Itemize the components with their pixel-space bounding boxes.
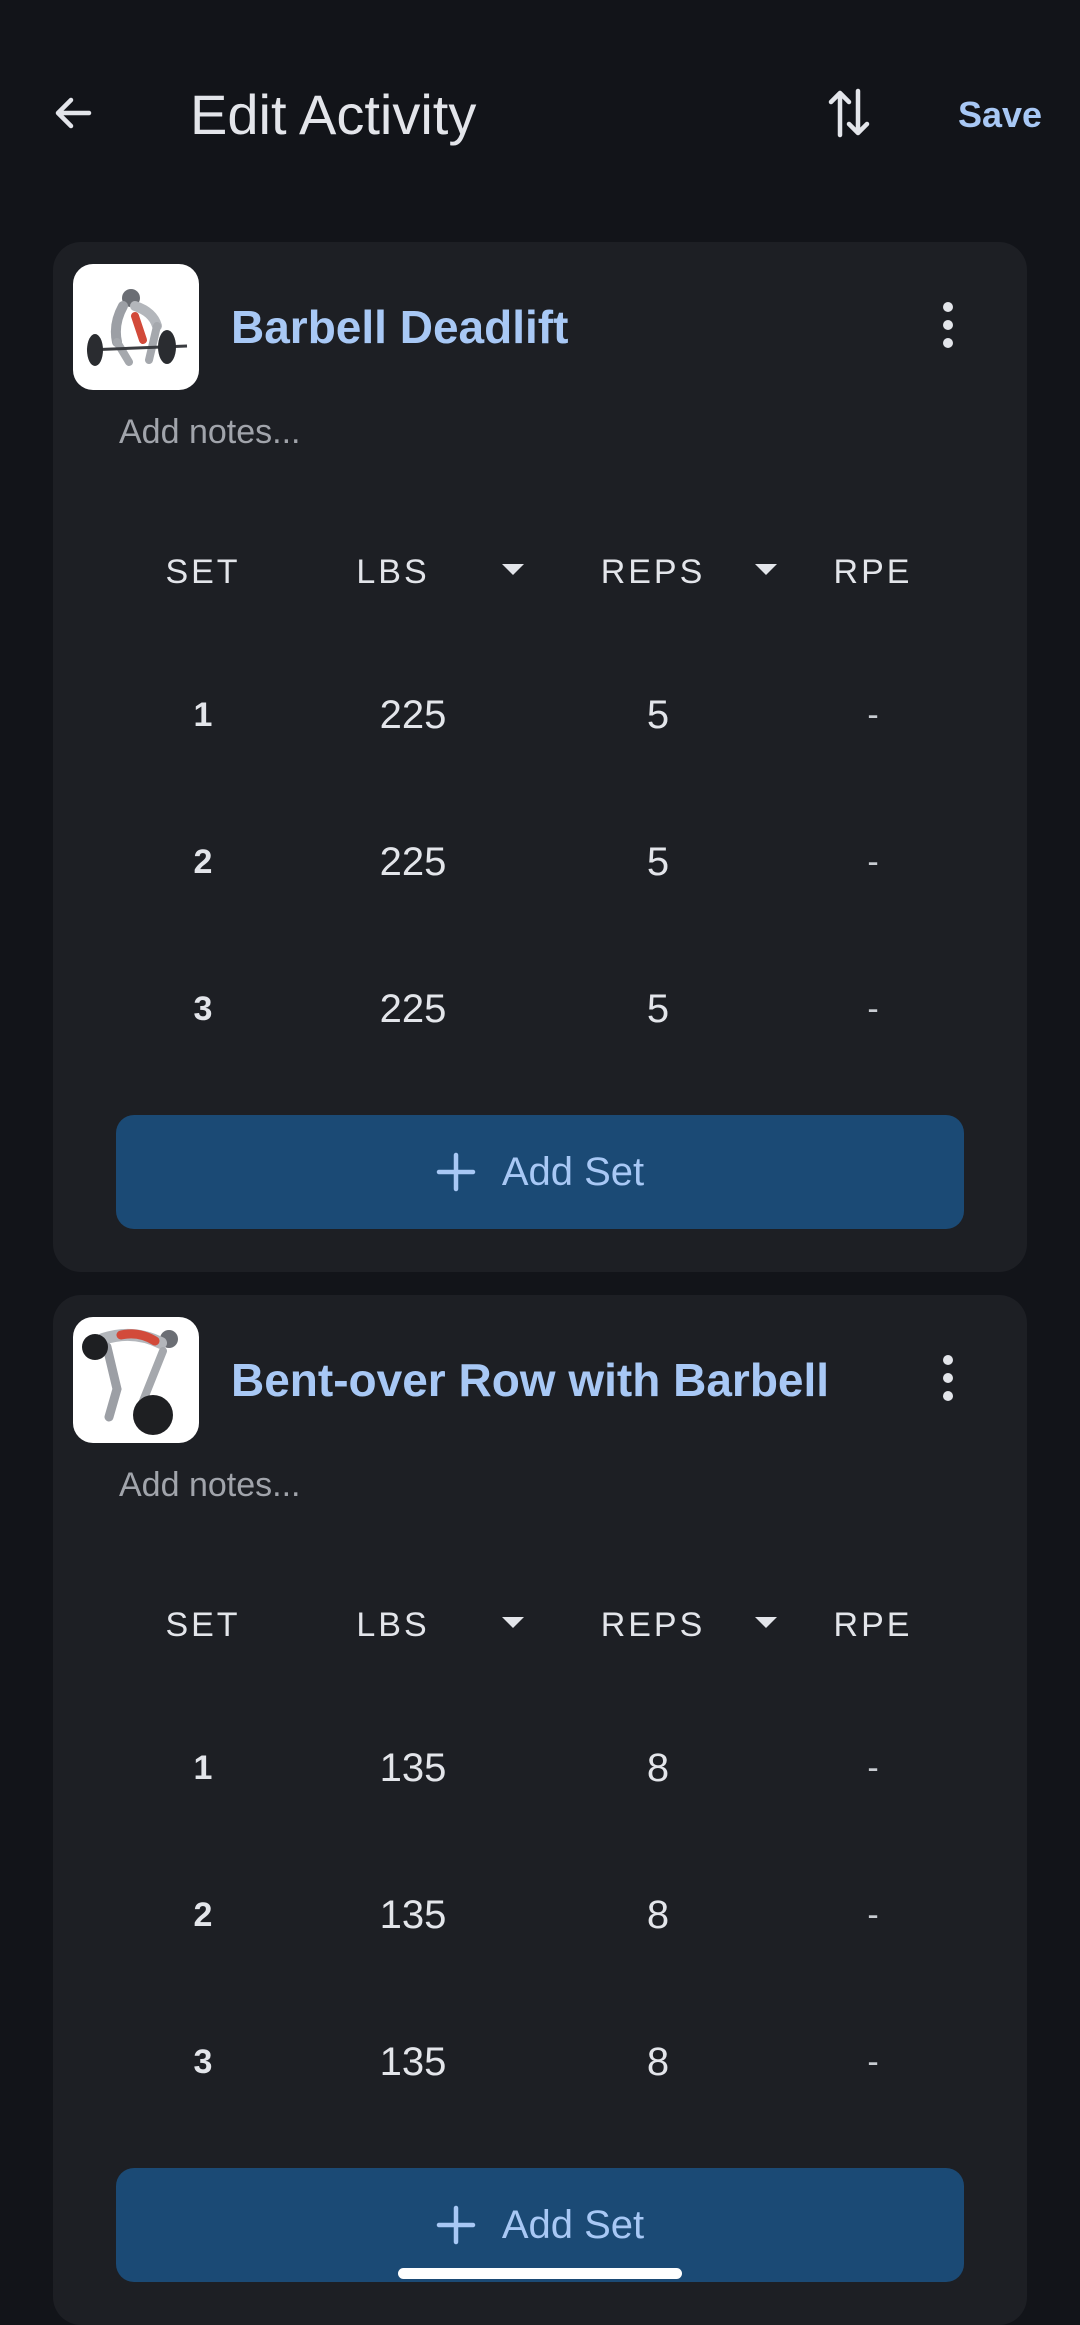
more-vert-icon [941,301,955,354]
weight-value[interactable]: 225 [353,959,473,1059]
swap-vert-icon [827,87,871,144]
save-button[interactable]: Save [940,80,1060,150]
more-options-button[interactable] [913,1345,983,1415]
top-app-bar: Edit Activity Save [0,0,1080,230]
rpe-value[interactable]: - [833,1718,913,1818]
set-number: 1 [193,696,213,734]
set-number: 2 [193,1896,213,1934]
more-vert-icon [941,1354,955,1407]
dropdown-arrow-icon [502,563,524,581]
back-button[interactable] [38,80,108,150]
reorder-button[interactable] [814,80,884,150]
set-row: 2 135 8 - [53,1865,1027,1965]
column-header-reps[interactable]: REPS [573,1595,733,1655]
weight-value[interactable]: 135 [353,1865,473,1965]
set-row: 2 225 5 - [53,812,1027,912]
weight-value[interactable]: 225 [353,665,473,765]
set-row: 3 135 8 - [53,2012,1027,2112]
set-number: 2 [193,843,213,881]
exercise-thumbnail[interactable] [73,1317,199,1443]
exercise-card: Bent-over Row with Barbell SET LBS REPS … [53,1295,1027,2325]
add-set-label: Add Set [501,1149,645,1194]
add-set-label: Add Set [501,2202,645,2247]
dropdown-arrow-icon [755,563,777,581]
reps-type-dropdown[interactable] [736,542,796,602]
dropdown-arrow-icon [755,1616,777,1634]
weight-value[interactable]: 135 [353,1718,473,1818]
reps-value[interactable]: 8 [603,1718,713,1818]
set-row: 3 225 5 - [53,959,1027,1059]
arrow-back-icon [49,89,97,142]
exercise-thumbnail[interactable] [73,264,199,390]
column-header-set: SET [165,553,241,591]
set-number: 1 [193,1749,213,1787]
plus-icon [436,2205,476,2245]
reps-value[interactable]: 5 [603,812,713,912]
rpe-value[interactable]: - [833,2012,913,2112]
column-header-reps[interactable]: REPS [573,542,733,602]
add-set-button[interactable]: Add Set [116,1115,964,1229]
weight-unit-dropdown[interactable] [483,1595,543,1655]
weight-value[interactable]: 135 [353,2012,473,2112]
reps-value[interactable]: 5 [603,665,713,765]
rpe-value[interactable]: - [833,1865,913,1965]
home-indicator[interactable] [398,2268,682,2279]
set-number: 3 [193,990,213,1028]
exercise-card: Barbell Deadlift SET LBS REPS RPE 1 225 … [53,242,1027,1272]
column-header-rpe: RPE [833,553,913,591]
notes-input[interactable] [115,1455,955,1515]
reps-type-dropdown[interactable] [736,1595,796,1655]
page-title: Edit Activity [190,83,477,146]
notes-input[interactable] [115,402,955,462]
column-header-lbs[interactable]: LBS [333,1595,453,1655]
rpe-value[interactable]: - [833,959,913,1059]
add-set-button[interactable]: Add Set [116,2168,964,2282]
rpe-value[interactable]: - [833,665,913,765]
column-header-rpe: RPE [833,1606,913,1644]
set-number: 3 [193,2043,213,2081]
column-header-lbs[interactable]: LBS [333,542,453,602]
more-options-button[interactable] [913,292,983,362]
set-row: 1 225 5 - [53,665,1027,765]
set-row: 1 135 8 - [53,1718,1027,1818]
dropdown-arrow-icon [502,1616,524,1634]
exercise-name[interactable]: Barbell Deadlift [231,292,568,362]
column-header-set: SET [165,1606,241,1644]
exercise-name[interactable]: Bent-over Row with Barbell [231,1345,829,1415]
weight-unit-dropdown[interactable] [483,542,543,602]
reps-value[interactable]: 5 [603,959,713,1059]
plus-icon [436,1152,476,1192]
rpe-value[interactable]: - [833,812,913,912]
weight-value[interactable]: 225 [353,812,473,912]
reps-value[interactable]: 8 [603,2012,713,2112]
reps-value[interactable]: 8 [603,1865,713,1965]
